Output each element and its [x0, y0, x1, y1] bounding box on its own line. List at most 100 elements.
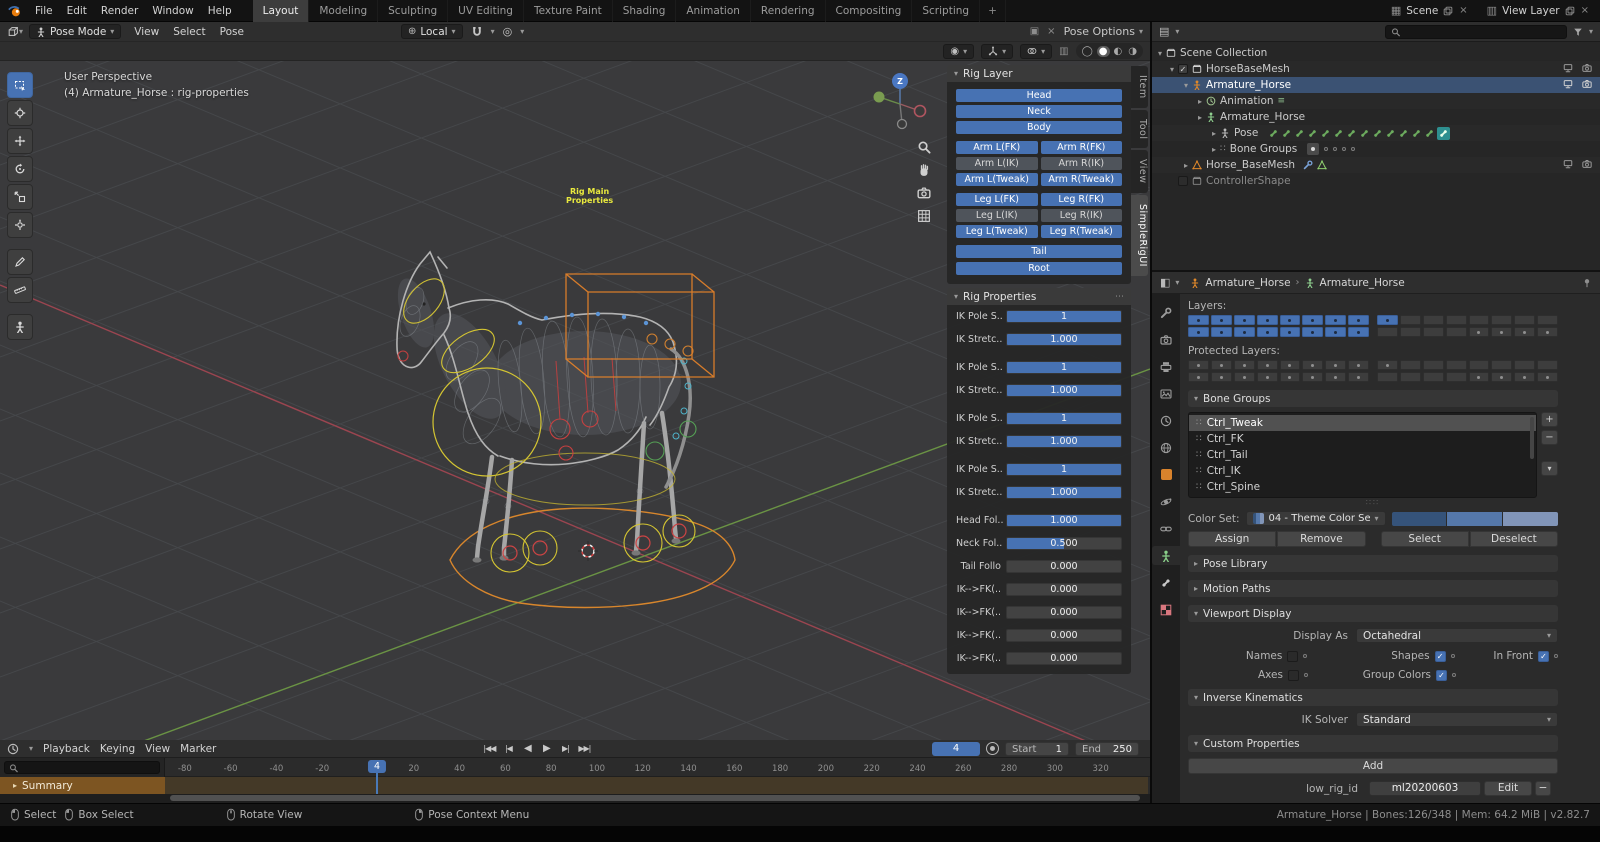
rig-layer-arm-r-ik[interactable]: Arm R(IK)	[1040, 157, 1122, 170]
armature-layer-toggle[interactable]	[1210, 315, 1232, 325]
armature-layer-toggle[interactable]	[1188, 327, 1209, 337]
timeline-menu-playback[interactable]: Playback	[43, 743, 90, 755]
armature-layer-toggle[interactable]	[1325, 360, 1347, 370]
ortho-toggle-icon[interactable]	[917, 209, 931, 223]
bone-icon[interactable]	[1424, 128, 1435, 139]
armature-layer-toggle[interactable]	[1445, 327, 1467, 337]
remove-view-layer-icon[interactable]: ×	[1580, 5, 1590, 16]
bone-group-ctrl-spine[interactable]: ∷ Ctrl_Spine	[1189, 479, 1536, 495]
armature-layer-toggle[interactable]	[1399, 372, 1421, 382]
hide-viewport-icon[interactable]	[1563, 159, 1573, 169]
tab-view-layer[interactable]	[1152, 384, 1180, 403]
tab-tool[interactable]	[1152, 303, 1180, 322]
ik-stretch-slider[interactable]: 1.000	[1006, 435, 1122, 448]
armature-layer-toggle[interactable]	[1422, 315, 1444, 325]
workspace-tab-uv-editing[interactable]: UV Editing	[448, 0, 524, 22]
armature-layer-toggle[interactable]	[1537, 327, 1558, 337]
shading-solid-icon[interactable]: ●	[1096, 45, 1110, 57]
outliner-editor-icon[interactable]: ▤	[1159, 25, 1169, 38]
armature-layer-toggle[interactable]	[1233, 360, 1255, 370]
timeline-menu-marker[interactable]: Marker	[180, 743, 216, 755]
outliner-search-input[interactable]	[1404, 26, 1561, 37]
overlays-dropdown[interactable]: ▾	[1020, 43, 1053, 59]
armature-layer-toggle[interactable]	[1422, 360, 1444, 370]
proportional-caret-icon[interactable]: ▾	[520, 27, 524, 36]
tab-bone[interactable]	[1152, 573, 1180, 592]
workspace-tab-compositing[interactable]: Compositing	[826, 0, 913, 22]
rig-layer-arm-r-tweak[interactable]: Arm R(Tweak)	[1040, 173, 1122, 186]
armature-layer-toggle[interactable]	[1233, 315, 1255, 325]
bone-icon[interactable]	[1268, 128, 1279, 139]
armature-layer-toggle[interactable]	[1348, 360, 1369, 370]
display-as-dropdown[interactable]: Octahedral ▾	[1356, 628, 1558, 643]
armature-layer-toggle[interactable]	[1302, 360, 1324, 370]
timeline-menu-view[interactable]: View	[145, 743, 170, 755]
next-keyframe-button[interactable]: ▶|	[557, 744, 573, 753]
armature-layer-toggle[interactable]	[1445, 315, 1467, 325]
viewport-3d[interactable]: ▾ Pose Mode ▾ View Select Pose ⊕ Local ▾…	[0, 22, 1150, 740]
resize-grip[interactable]: ∷∷	[1188, 498, 1558, 507]
armature-layer-toggle[interactable]	[1188, 315, 1209, 325]
jump-to-end-button[interactable]: ▶▶|	[576, 744, 592, 753]
names-checkbox[interactable]	[1287, 650, 1299, 662]
disable-render-icon[interactable]	[1582, 63, 1592, 73]
rig-layer-arm-l-tweak[interactable]: Arm L(Tweak)	[956, 173, 1038, 186]
bone-icon[interactable]	[1320, 128, 1331, 139]
edit-custom-prop-button[interactable]: Edit	[1484, 781, 1532, 796]
navigation-gizmo[interactable]: Z	[862, 64, 938, 138]
viewport-menu-view[interactable]: View	[127, 22, 166, 43]
shading-material-icon[interactable]: ◐	[1112, 46, 1125, 57]
armature-layer-toggle[interactable]	[1422, 372, 1444, 382]
armature-layer-toggle[interactable]	[1491, 315, 1513, 325]
bone-group-ctrl-tweak[interactable]: ∷ Ctrl_Tweak	[1189, 415, 1536, 431]
outliner-editor-caret-icon[interactable]: ▾	[1175, 27, 1179, 36]
armature-layer-toggle[interactable]	[1256, 315, 1278, 325]
ik-fk-slider[interactable]: 0.000	[1006, 629, 1122, 642]
proportional-editing-icon[interactable]: ◎	[503, 25, 513, 38]
armature-layer-toggle[interactable]	[1233, 327, 1255, 337]
armature-layer-toggle[interactable]	[1537, 315, 1558, 325]
channel-search-box[interactable]	[4, 761, 160, 774]
rig-layer-leg-l-ik[interactable]: Leg L(IK)	[956, 209, 1038, 222]
bone-icon[interactable]	[1411, 128, 1422, 139]
shading-rendered-icon[interactable]: ◑	[1126, 46, 1139, 57]
collection-checkbox[interactable]	[1178, 176, 1189, 186]
tool-pose-breakdowner[interactable]	[7, 314, 33, 340]
armature-layer-toggle[interactable]	[1279, 327, 1301, 337]
hide-viewport-icon[interactable]	[1563, 79, 1573, 89]
breadcrumb-object[interactable]: Armature_Horse	[1205, 277, 1290, 289]
gizmo-x-axis[interactable]	[913, 104, 927, 118]
timeline-menu-keying[interactable]: Keying	[100, 743, 135, 755]
axes-checkbox[interactable]	[1288, 669, 1299, 681]
ik-fk-slider[interactable]: 0.000	[1006, 583, 1122, 596]
armature-layer-toggle[interactable]	[1422, 327, 1444, 337]
gizmo-y-axis[interactable]	[873, 91, 885, 103]
bone-icon[interactable]	[1385, 128, 1396, 139]
bone-group-specials-button[interactable]: ▾	[1541, 461, 1558, 476]
outliner-row-scene-collection[interactable]: ▾ Scene Collection	[1152, 45, 1600, 61]
bone-groups-panel-header[interactable]: ▾ Bone Groups	[1188, 390, 1558, 407]
breadcrumb-data[interactable]: Armature_Horse	[1320, 277, 1405, 289]
tool-transform[interactable]	[7, 212, 33, 238]
tab-texture[interactable]	[1152, 600, 1180, 619]
armature-layer-toggle[interactable]	[1377, 315, 1398, 325]
in-front-checkbox[interactable]: ✓	[1538, 650, 1549, 662]
rig-layer-leg-r-tweak[interactable]: Leg R(Tweak)	[1040, 225, 1122, 238]
ik-solver-dropdown[interactable]: Standard ▾	[1356, 712, 1558, 727]
rig-layer-body[interactable]: Body	[956, 121, 1122, 134]
bone-group-ctrl-fk[interactable]: ∷ Ctrl_FK	[1189, 431, 1536, 447]
hide-viewport-icon[interactable]	[1563, 63, 1573, 73]
sidebar-tab-simplerigui[interactable]: SimpleRigUI	[1131, 194, 1148, 276]
group-colors-checkbox[interactable]: ✓	[1436, 669, 1447, 681]
rig-layer-leg-l-tweak[interactable]: Leg L(Tweak)	[956, 225, 1038, 238]
color-normal-swatch[interactable]	[1391, 511, 1447, 526]
armature-layer-toggle[interactable]	[1348, 327, 1369, 337]
rig-layer-head[interactable]: Head	[956, 89, 1122, 102]
armature-layer-toggle[interactable]	[1279, 315, 1301, 325]
add-custom-property-button[interactable]: Add	[1188, 758, 1558, 774]
gizmo-minus-axis[interactable]	[896, 118, 908, 130]
ik-fk-slider[interactable]: 0.000	[1006, 652, 1122, 665]
timeline-editor-icon[interactable]	[7, 743, 19, 755]
bone-icon[interactable]	[1372, 128, 1383, 139]
disable-render-icon[interactable]	[1582, 159, 1592, 169]
